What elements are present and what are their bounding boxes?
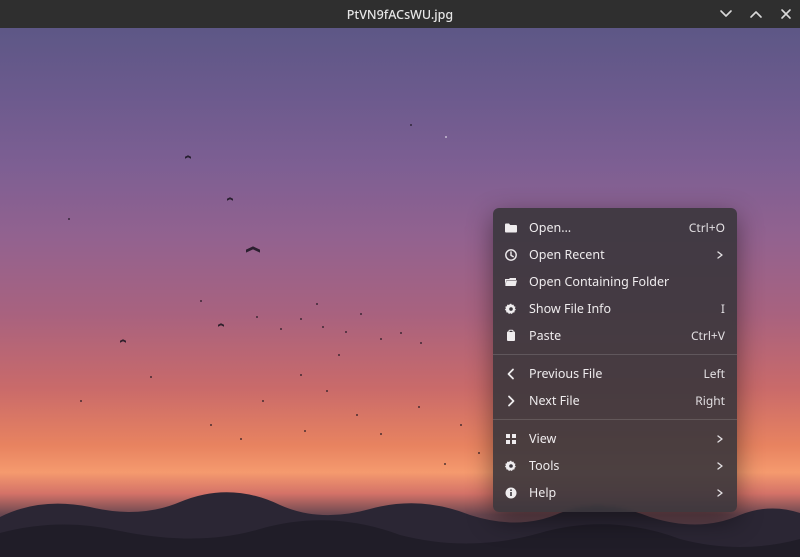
- bird-silhouette: [420, 342, 422, 344]
- menu-item-show-file-info[interactable]: Show File Info I: [493, 295, 737, 322]
- close-icon: [779, 7, 793, 21]
- menu-item-help[interactable]: Help: [493, 479, 737, 506]
- menu-item-open-containing-folder[interactable]: Open Containing Folder: [493, 268, 737, 295]
- gear-icon: [503, 458, 519, 474]
- clock-icon: [503, 247, 519, 263]
- bird-silhouette: [246, 248, 260, 255]
- bird-silhouette: [338, 354, 340, 356]
- image-viewer-window: PtVN9fACsWU.jpg: [0, 0, 800, 557]
- menu-item-shortcut: Ctrl+O: [689, 219, 725, 236]
- gear-icon: [503, 301, 519, 317]
- bird-silhouette: [80, 400, 82, 402]
- bird-silhouette: [410, 124, 412, 126]
- menu-item-shortcut: Left: [703, 365, 725, 382]
- bird-silhouette: [120, 340, 126, 343]
- menu-item-open[interactable]: Open… Ctrl+O: [493, 214, 737, 241]
- bird-silhouette: [227, 198, 233, 201]
- bird-silhouette: [262, 400, 264, 402]
- info-icon: [503, 485, 519, 501]
- menu-item-next-file[interactable]: Next File Right: [493, 387, 737, 414]
- bird-silhouette: [200, 300, 202, 302]
- bird-silhouette: [68, 218, 70, 220]
- bird-silhouette: [210, 424, 212, 426]
- menu-item-shortcut: Ctrl+V: [691, 327, 725, 344]
- titlebar: PtVN9fACsWU.jpg: [0, 0, 800, 28]
- menu-item-paste[interactable]: Paste Ctrl+V: [493, 322, 737, 349]
- chevron-right-icon: [715, 462, 725, 470]
- menu-item-previous-file[interactable]: Previous File Left: [493, 360, 737, 387]
- menu-item-label: Show File Info: [529, 300, 711, 317]
- bird-silhouette: [345, 331, 347, 333]
- chevron-right-icon: [715, 489, 725, 497]
- folder-icon: [503, 220, 519, 236]
- bird-silhouette: [256, 316, 258, 318]
- bird-silhouette: [478, 452, 480, 454]
- bird-silhouette: [304, 430, 306, 432]
- bird-silhouette: [150, 376, 152, 378]
- image-canvas[interactable]: Open… Ctrl+O Open Recent Open Containing…: [0, 28, 800, 557]
- bird-silhouette: [380, 433, 382, 435]
- menu-item-label: Previous File: [529, 365, 693, 382]
- bird-silhouette: [444, 463, 446, 465]
- star: [445, 136, 447, 138]
- menu-item-label: View: [529, 430, 705, 447]
- bird-silhouette: [460, 424, 462, 426]
- chevron-up-icon: [749, 7, 763, 21]
- bird-silhouette: [218, 324, 224, 327]
- bird-silhouette: [240, 438, 242, 440]
- menu-item-label: Open…: [529, 219, 679, 236]
- window-controls: [718, 0, 794, 28]
- clipboard-icon: [503, 328, 519, 344]
- bird-silhouette: [356, 414, 358, 416]
- bird-silhouette: [185, 156, 191, 159]
- menu-item-tools[interactable]: Tools: [493, 452, 737, 479]
- window-title: PtVN9fACsWU.jpg: [347, 6, 453, 23]
- maximize-button[interactable]: [748, 6, 764, 22]
- bird-silhouette: [300, 318, 302, 320]
- bird-silhouette: [322, 326, 324, 328]
- bird-silhouette: [280, 328, 282, 330]
- menu-item-shortcut: Right: [695, 392, 725, 409]
- menu-item-label: Open Containing Folder: [529, 273, 715, 290]
- bird-silhouette: [418, 406, 420, 408]
- bird-silhouette: [316, 303, 318, 305]
- menu-item-view[interactable]: View: [493, 425, 737, 452]
- menu-item-label: Help: [529, 484, 705, 501]
- menu-item-shortcut: I: [721, 300, 725, 317]
- bird-silhouette: [300, 374, 302, 376]
- folder-open-icon: [503, 274, 519, 290]
- chevron-left-icon: [503, 366, 519, 382]
- grid-icon: [503, 431, 519, 447]
- menu-item-open-recent[interactable]: Open Recent: [493, 241, 737, 268]
- chevron-down-icon: [719, 7, 733, 21]
- menu-item-label: Paste: [529, 327, 681, 344]
- menu-separator: [493, 419, 737, 420]
- bird-silhouette: [326, 390, 328, 392]
- chevron-right-icon: [503, 393, 519, 409]
- bird-silhouette: [360, 313, 362, 315]
- menu-item-label: Next File: [529, 392, 685, 409]
- bird-silhouette: [400, 332, 402, 334]
- context-menu: Open… Ctrl+O Open Recent Open Containing…: [493, 208, 737, 512]
- menu-item-label: Open Recent: [529, 246, 705, 263]
- bird-silhouette: [380, 338, 382, 340]
- menu-separator: [493, 354, 737, 355]
- chevron-right-icon: [715, 435, 725, 443]
- minimize-button[interactable]: [718, 6, 734, 22]
- menu-item-label: Tools: [529, 457, 705, 474]
- chevron-right-icon: [715, 251, 725, 259]
- close-button[interactable]: [778, 6, 794, 22]
